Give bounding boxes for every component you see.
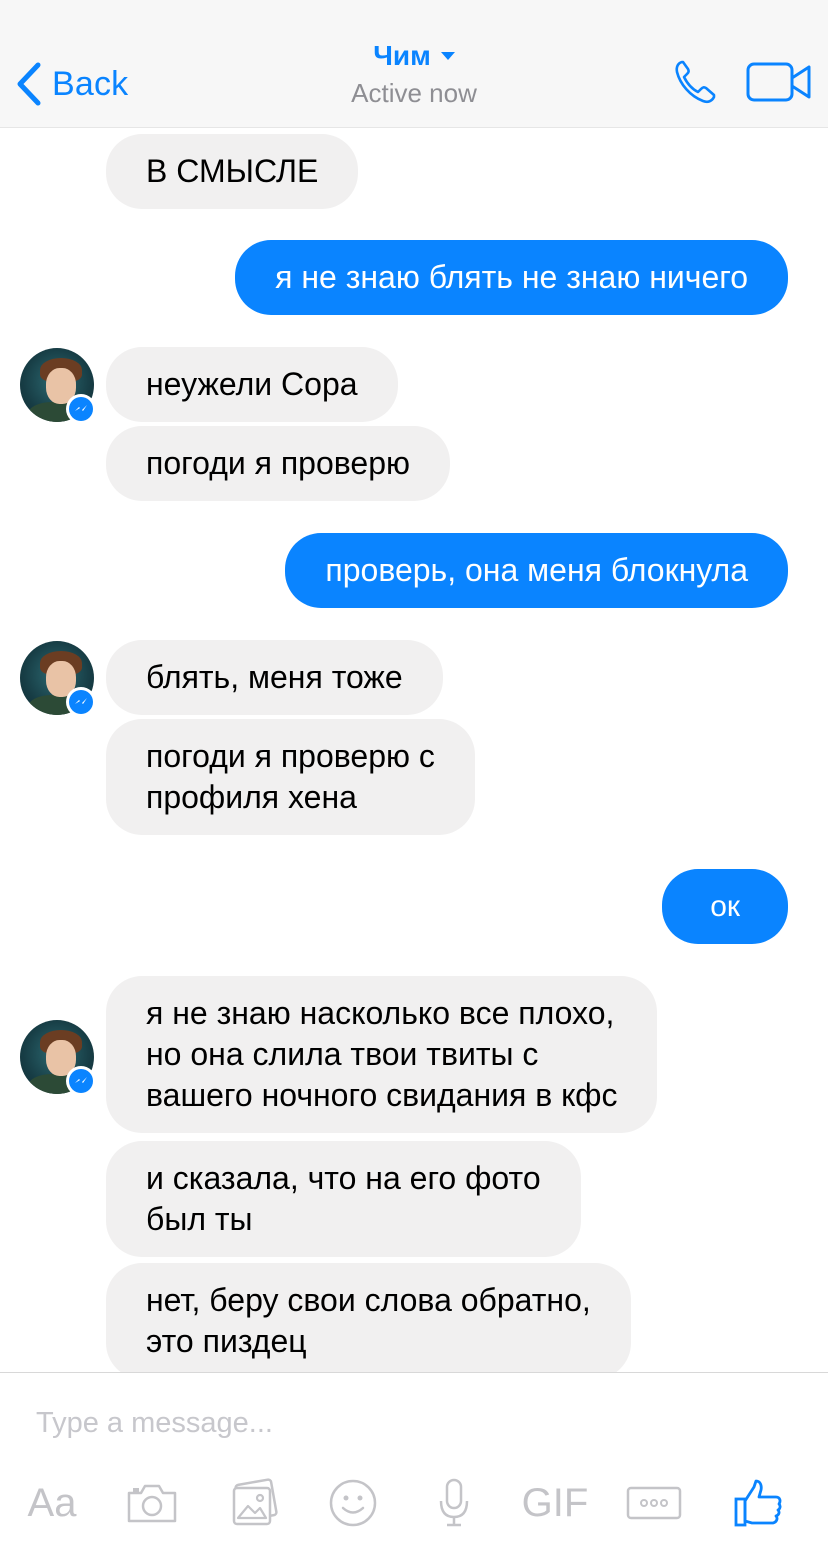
incoming-message[interactable]: я не знаю насколько все плохо, но она сл… xyxy=(106,976,658,1133)
gif-icon: GIF xyxy=(521,1480,589,1525)
photo-gallery-icon xyxy=(232,1478,278,1526)
outgoing-message[interactable]: я не знаю блять не знаю ничего xyxy=(235,240,788,315)
messenger-badge-icon xyxy=(66,1066,96,1096)
contact-name: Чим xyxy=(373,40,431,71)
thumbs-up-icon xyxy=(734,1479,782,1527)
voice-call-button[interactable] xyxy=(672,58,718,111)
incoming-message[interactable]: блять, меня тоже xyxy=(106,640,443,715)
outgoing-message[interactable]: проверь, она меня блокнула xyxy=(285,533,788,608)
camera-button[interactable] xyxy=(124,1473,180,1533)
caret-down-icon xyxy=(440,52,455,60)
more-button[interactable] xyxy=(624,1473,684,1533)
outgoing-message[interactable]: ок xyxy=(662,869,788,944)
messenger-badge-icon xyxy=(66,394,96,424)
message-list[interactable]: В СМЫСЛЕ я не знаю блять не знаю ничего … xyxy=(0,128,828,1372)
emoji-button[interactable] xyxy=(326,1473,380,1533)
phone-icon xyxy=(675,60,716,104)
video-call-button[interactable] xyxy=(745,58,813,111)
incoming-message[interactable]: неужели Сора xyxy=(106,347,398,422)
like-button[interactable] xyxy=(730,1473,786,1533)
more-icon xyxy=(626,1486,682,1520)
chat-header: Back Чим Active now xyxy=(0,0,828,128)
message-input[interactable] xyxy=(36,1403,776,1443)
incoming-message[interactable]: и сказала, что на его фото был ты xyxy=(106,1141,581,1257)
contact-avatar[interactable] xyxy=(20,348,96,424)
text-format-button[interactable]: Aa xyxy=(22,1473,82,1533)
contact-avatar[interactable] xyxy=(20,1020,96,1096)
gif-button[interactable]: GIF xyxy=(518,1473,592,1533)
text-format-icon: Aa xyxy=(27,1480,77,1525)
composer-toolbar: Aa GIF xyxy=(0,1473,828,1533)
photo-gallery-button[interactable] xyxy=(226,1473,282,1533)
incoming-message[interactable]: погоди я проверю с профиля хена xyxy=(106,719,475,835)
contact-name-button[interactable]: Чим xyxy=(373,40,455,72)
microphone-button[interactable] xyxy=(434,1473,474,1533)
emoji-icon xyxy=(329,1479,377,1527)
camera-icon xyxy=(127,1484,177,1523)
contact-avatar[interactable] xyxy=(20,641,96,717)
messenger-badge-icon xyxy=(66,687,96,717)
incoming-message[interactable]: нет, беру свои слова обратно, это пиздец xyxy=(106,1263,631,1372)
incoming-message[interactable]: погоди я проверю xyxy=(106,426,450,501)
message-composer: Aa xyxy=(0,1372,828,1550)
microphone-icon xyxy=(439,1478,469,1527)
incoming-message[interactable]: В СМЫСЛЕ xyxy=(106,134,359,209)
video-camera-icon xyxy=(746,62,811,102)
